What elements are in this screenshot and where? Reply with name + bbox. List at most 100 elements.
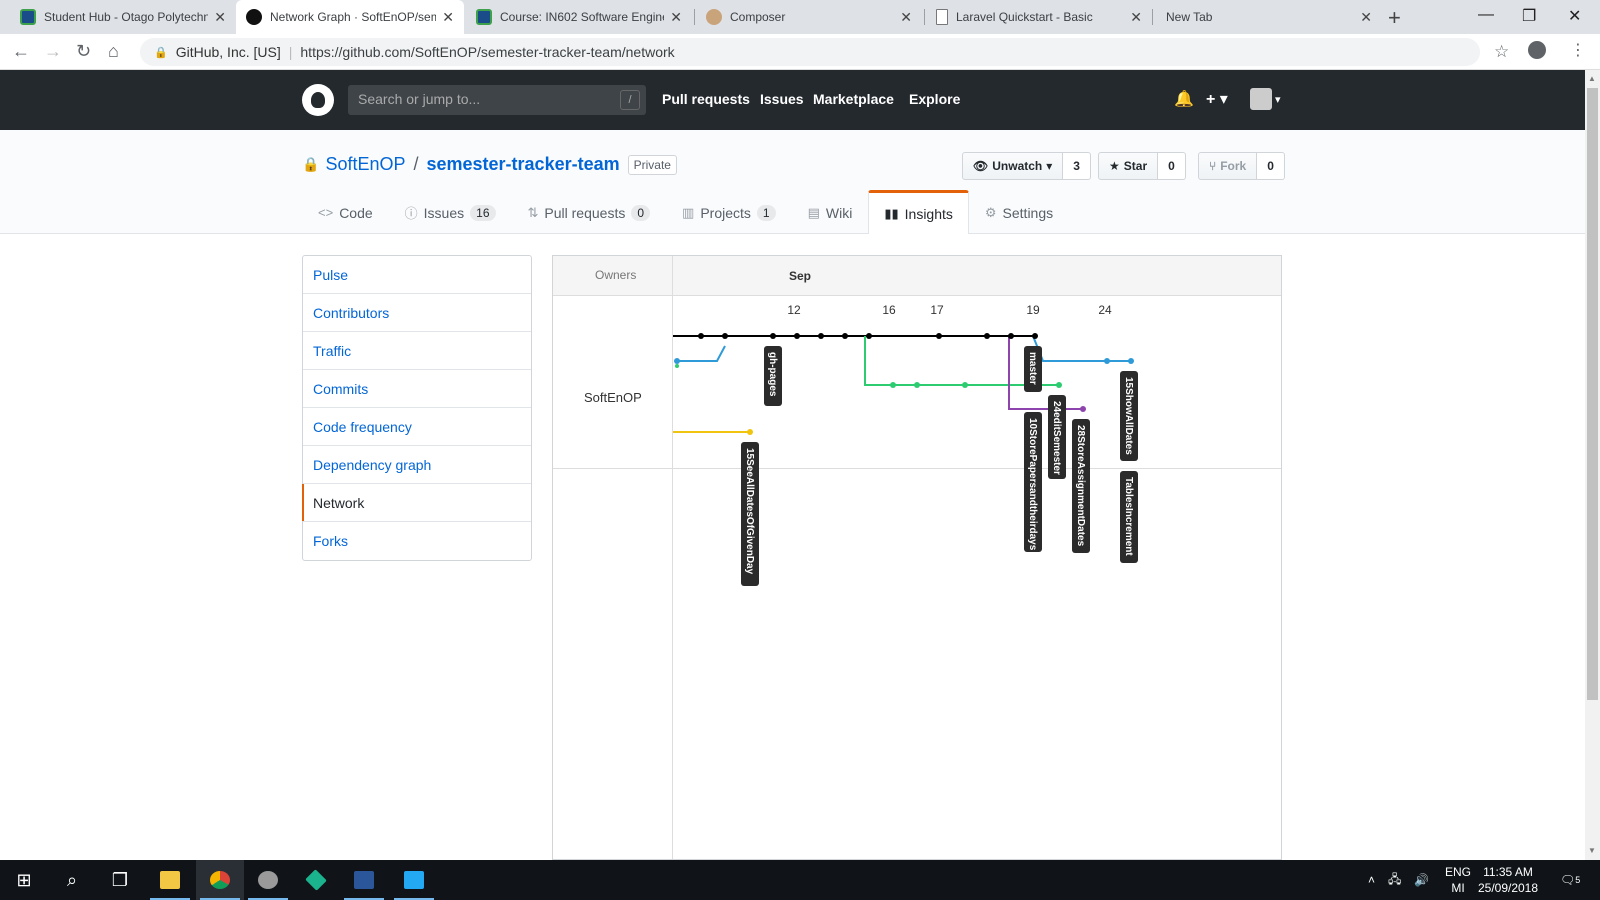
menu-item-commits[interactable]: Commits bbox=[303, 370, 531, 408]
address-bar[interactable]: 🔒 GitHub, Inc. [US] | https://github.com… bbox=[140, 38, 1480, 66]
branch-label-24editSemester[interactable]: 24editSemester bbox=[1048, 395, 1066, 479]
tray-chevron-icon[interactable]: ˄ bbox=[1368, 860, 1375, 900]
commit-dot[interactable] bbox=[675, 364, 679, 368]
browser-tab[interactable]: Composer ✕ bbox=[696, 0, 922, 34]
menu-item-contributors[interactable]: Contributors bbox=[303, 294, 531, 332]
branch-label-TablesIncrement[interactable]: TablesIncrement bbox=[1120, 471, 1138, 563]
github-desktop-icon[interactable] bbox=[244, 860, 292, 900]
tab-code[interactable]: <> Code bbox=[302, 190, 389, 234]
network-icon[interactable]: 🖧 bbox=[1388, 860, 1401, 900]
commit-dot[interactable] bbox=[1080, 406, 1086, 412]
menu-item-forks[interactable]: Forks bbox=[303, 522, 531, 560]
clock[interactable]: 11:35 AM 25/09/2018 bbox=[1476, 864, 1540, 896]
bookmark-star-icon[interactable]: ☆ bbox=[1494, 42, 1509, 62]
commit-dot[interactable] bbox=[1032, 333, 1038, 339]
page-scrollbar[interactable]: ▲ ▼ bbox=[1585, 70, 1600, 860]
menu-item-network[interactable]: Network bbox=[302, 484, 531, 522]
browser-tab-active[interactable]: Network Graph · SoftEnOP/semester-tracke… bbox=[236, 0, 464, 34]
close-icon[interactable]: ✕ bbox=[442, 9, 454, 26]
unwatch-button[interactable]: 👁 Unwatch ▾ bbox=[962, 152, 1064, 180]
branch-label-gh-pages[interactable]: gh-pages bbox=[764, 346, 782, 406]
commit-dot[interactable] bbox=[818, 333, 824, 339]
header-link-marketplace[interactable]: Marketplace bbox=[813, 91, 894, 107]
star-count[interactable]: 0 bbox=[1158, 152, 1186, 180]
close-icon[interactable]: ✕ bbox=[900, 9, 912, 26]
scroll-down-icon[interactable]: ▼ bbox=[1588, 846, 1596, 855]
branch-label-15ShowAllDates[interactable]: 15ShowAllDates bbox=[1120, 371, 1138, 461]
fork-button[interactable]: ⑂ Fork bbox=[1198, 152, 1258, 180]
reload-icon[interactable]: ↻ bbox=[76, 41, 91, 62]
commit-dot[interactable] bbox=[984, 333, 990, 339]
tab-pull-requests[interactable]: ⇅ Pull requests 0 bbox=[512, 190, 667, 234]
network-graph-canvas[interactable]: 12 16 17 19 24 gh-pages master 15SeeAllD… bbox=[553, 256, 1282, 860]
file-explorer-icon[interactable] bbox=[146, 860, 194, 900]
repo-name-link[interactable]: semester-tracker-team bbox=[427, 154, 620, 175]
close-icon[interactable]: ✕ bbox=[670, 9, 682, 26]
branch-label-28StoreAssignmentDates[interactable]: 28StoreAssignmentDates bbox=[1072, 419, 1090, 553]
commit-dot[interactable] bbox=[936, 333, 942, 339]
language-indicator[interactable]: ENG MI bbox=[1444, 864, 1472, 896]
close-icon[interactable]: ✕ bbox=[1360, 9, 1372, 26]
search-input[interactable]: Search or jump to... / bbox=[348, 85, 646, 115]
header-link-pull-requests[interactable]: Pull requests bbox=[662, 91, 750, 107]
commit-dot[interactable] bbox=[794, 333, 800, 339]
chrome-icon[interactable] bbox=[196, 860, 244, 900]
tab-projects[interactable]: ▥ Projects 1 bbox=[666, 190, 792, 234]
branch-label-master[interactable]: master bbox=[1024, 346, 1042, 392]
plus-dropdown-icon[interactable]: + ▾ bbox=[1206, 89, 1228, 109]
task-view-icon[interactable]: ❐ bbox=[96, 860, 144, 900]
minimize-icon[interactable]: — bbox=[1478, 6, 1494, 24]
close-window-icon[interactable]: ✕ bbox=[1568, 6, 1581, 26]
commit-dot[interactable] bbox=[1056, 382, 1062, 388]
browser-tab[interactable]: Student Hub - Otago Polytechnic ✕ bbox=[10, 0, 236, 34]
commit-dot[interactable] bbox=[890, 382, 896, 388]
menu-item-dependency-graph[interactable]: Dependency graph bbox=[303, 446, 531, 484]
browser-tab[interactable]: Laravel Quickstart - Basic ✕ bbox=[926, 0, 1152, 34]
commit-dot[interactable] bbox=[747, 429, 753, 435]
repo-owner-link[interactable]: SoftEnOP bbox=[325, 154, 405, 175]
browser-menu-icon[interactable]: ⋮ bbox=[1570, 40, 1586, 60]
header-link-issues[interactable]: Issues bbox=[760, 91, 804, 107]
volume-icon[interactable]: 🔊 bbox=[1414, 860, 1429, 900]
menu-item-traffic[interactable]: Traffic bbox=[303, 332, 531, 370]
notification-center-icon[interactable]: 🗨 5 bbox=[1560, 860, 1580, 900]
github-logo-icon[interactable] bbox=[302, 84, 334, 116]
restore-icon[interactable]: ❐ bbox=[1522, 6, 1536, 26]
browser-tab[interactable]: Course: IN602 Software Engineering ✕ bbox=[466, 0, 692, 34]
close-icon[interactable]: ✕ bbox=[1130, 9, 1142, 26]
scroll-up-icon[interactable]: ▲ bbox=[1588, 74, 1596, 83]
header-link-explore[interactable]: Explore bbox=[909, 91, 960, 107]
menu-item-code-frequency[interactable]: Code frequency bbox=[303, 408, 531, 446]
forward-icon[interactable]: → bbox=[44, 41, 62, 62]
word-icon[interactable] bbox=[340, 860, 388, 900]
avatar[interactable] bbox=[1250, 88, 1272, 110]
commit-dot[interactable] bbox=[770, 333, 776, 339]
commit-dot[interactable] bbox=[674, 358, 680, 364]
star-button[interactable]: ★ Star bbox=[1098, 152, 1159, 180]
branch-label-10StorePapersandtheirdays[interactable]: 10StorePapersandtheirdays bbox=[1024, 412, 1042, 552]
back-icon[interactable]: ← bbox=[12, 41, 30, 62]
scrollbar-thumb[interactable] bbox=[1587, 88, 1598, 700]
profile-icon[interactable] bbox=[1528, 41, 1546, 59]
browser-tab[interactable]: New Tab ✕ bbox=[1156, 0, 1382, 34]
commit-dot[interactable] bbox=[962, 382, 968, 388]
vscode-icon[interactable] bbox=[390, 860, 438, 900]
commit-dot[interactable] bbox=[1128, 358, 1134, 364]
network-graph[interactable]: Owners Sep SoftEnOP 12 16 17 19 24 gh-pa… bbox=[552, 255, 1282, 860]
search-icon[interactable]: ⌕ bbox=[48, 860, 96, 900]
fork-count[interactable]: 0 bbox=[1257, 152, 1285, 180]
commit-dot[interactable] bbox=[722, 333, 728, 339]
commit-dot[interactable] bbox=[698, 333, 704, 339]
menu-item-pulse[interactable]: Pulse bbox=[303, 256, 531, 294]
commit-dot[interactable] bbox=[1008, 333, 1014, 339]
watch-count[interactable]: 3 bbox=[1063, 152, 1091, 180]
close-icon[interactable]: ✕ bbox=[214, 9, 226, 26]
branch-label-15SeeAllDatesOfGivenDay[interactable]: 15SeeAllDatesOfGivenDay bbox=[741, 442, 759, 586]
chevron-down-icon[interactable]: ▾ bbox=[1275, 93, 1281, 106]
bell-icon[interactable]: 🔔 bbox=[1174, 89, 1194, 109]
home-icon[interactable]: ⌂ bbox=[108, 41, 119, 62]
commit-dot[interactable] bbox=[914, 382, 920, 388]
new-tab-icon[interactable]: + bbox=[1388, 5, 1401, 31]
commit-dot[interactable] bbox=[866, 333, 872, 339]
tab-insights[interactable]: ▮▮ Insights bbox=[868, 190, 969, 234]
